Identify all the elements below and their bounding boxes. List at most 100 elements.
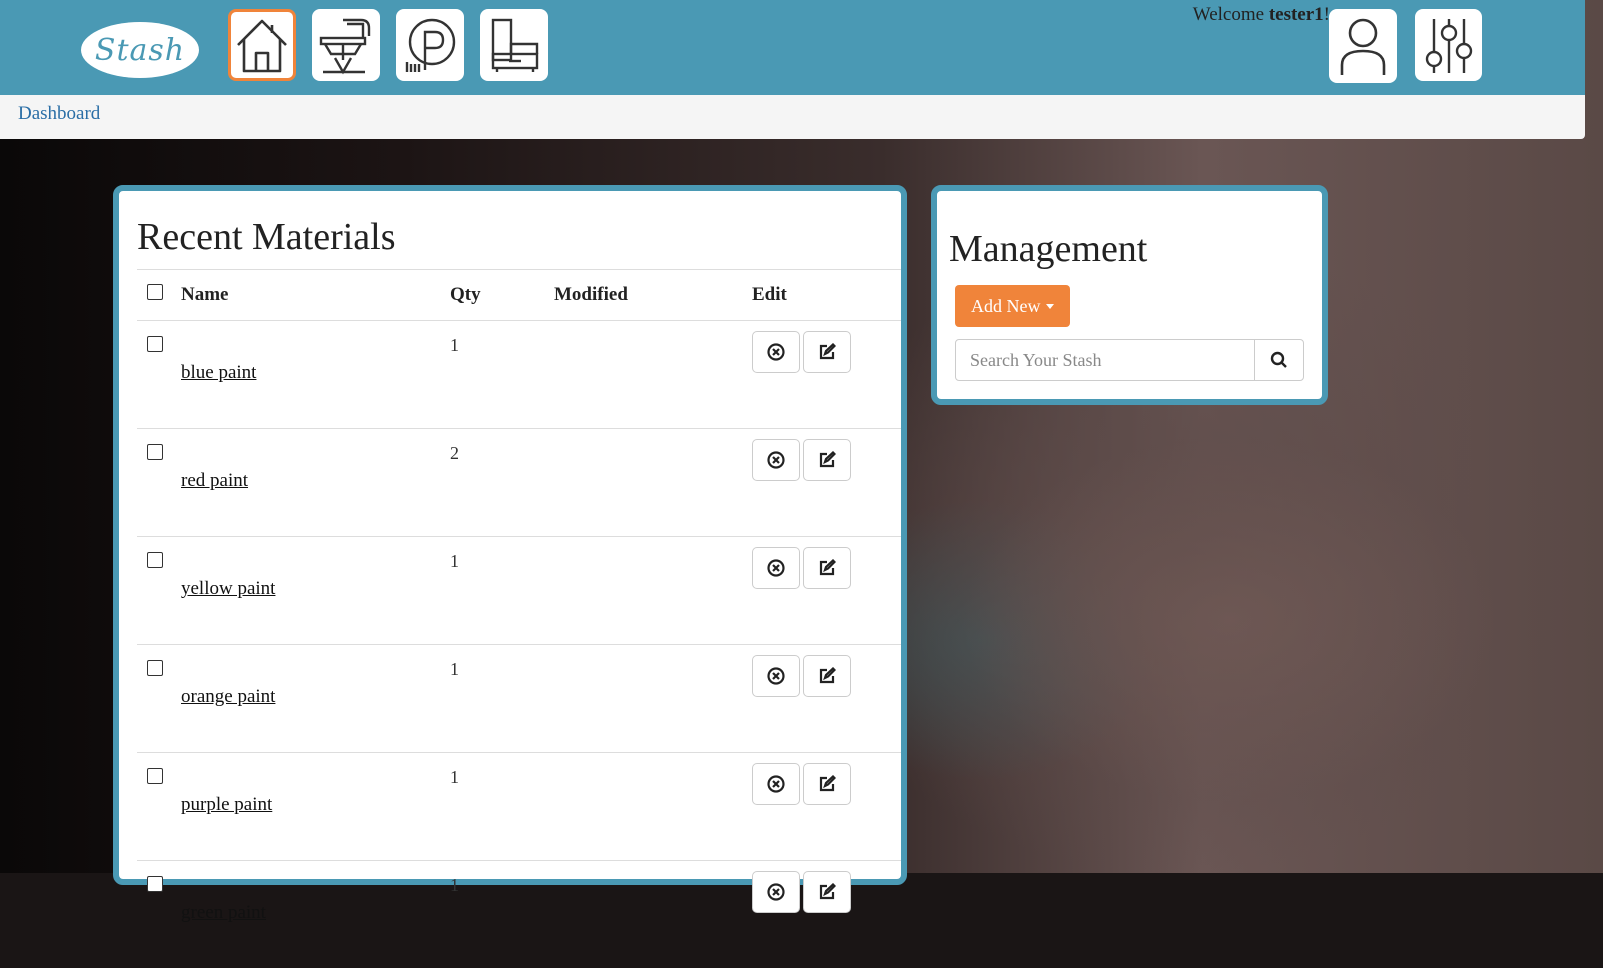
qty-cell: 1 xyxy=(449,861,553,968)
welcome-message: Welcome tester1! xyxy=(1193,4,1330,26)
close-circle-icon xyxy=(767,883,785,901)
close-circle-icon xyxy=(767,343,785,361)
row-checkbox[interactable] xyxy=(147,552,163,568)
row-select-cell xyxy=(137,753,177,861)
row-checkbox[interactable] xyxy=(147,336,163,352)
material-name-link[interactable]: blue paint xyxy=(181,362,448,384)
row-checkbox[interactable] xyxy=(147,876,163,892)
delete-button[interactable] xyxy=(752,331,800,373)
settings-button[interactable] xyxy=(1415,9,1482,81)
delete-button[interactable] xyxy=(752,439,800,481)
row-checkbox[interactable] xyxy=(147,768,163,784)
name-cell: red paint xyxy=(177,429,449,537)
name-cell: blue paint xyxy=(177,321,449,429)
edit-cell xyxy=(751,861,901,968)
edit-button[interactable] xyxy=(803,763,851,805)
management-title: Management xyxy=(949,227,1147,271)
top-navbar: Stash xyxy=(0,0,1585,95)
row-checkbox[interactable] xyxy=(147,444,163,460)
edit-icon xyxy=(818,343,836,361)
name-cell: purple paint xyxy=(177,753,449,861)
close-circle-icon xyxy=(767,559,785,577)
name-cell: yellow paint xyxy=(177,537,449,645)
modified-cell xyxy=(553,861,751,968)
recent-materials-card: Recent Materials Name Qty Modified Edit … xyxy=(113,185,907,885)
add-new-label: Add New xyxy=(971,296,1041,317)
table-header-row: Name Qty Modified Edit xyxy=(137,270,901,321)
edit-button[interactable] xyxy=(803,439,851,481)
search-icon xyxy=(1270,351,1288,369)
table-row: yellow paint1 xyxy=(137,537,901,645)
close-circle-icon xyxy=(767,775,785,793)
breadcrumb-dashboard-link[interactable]: Dashboard xyxy=(18,103,100,125)
row-select-cell xyxy=(137,645,177,753)
select-all-checkbox[interactable] xyxy=(147,284,163,300)
delete-button[interactable] xyxy=(752,763,800,805)
col-name-header[interactable]: Name xyxy=(177,270,449,321)
management-card: Management Add New xyxy=(931,185,1328,405)
stash-logo[interactable]: Stash xyxy=(81,22,199,78)
recent-materials-title: Recent Materials xyxy=(137,215,396,259)
col-qty-header[interactable]: Qty xyxy=(449,270,553,321)
material-name-link[interactable]: red paint xyxy=(181,470,448,492)
name-cell: green paint xyxy=(177,861,449,968)
edit-button[interactable] xyxy=(803,331,851,373)
material-name-link[interactable]: purple paint xyxy=(181,794,448,816)
qty-cell: 1 xyxy=(449,537,553,645)
search-group xyxy=(955,339,1304,381)
edit-cell xyxy=(751,753,901,861)
edit-icon xyxy=(818,451,836,469)
sewing-nav-button[interactable] xyxy=(312,9,380,81)
edit-button[interactable] xyxy=(803,547,851,589)
select-all-cell xyxy=(137,270,177,321)
row-select-cell xyxy=(137,861,177,968)
home-icon xyxy=(234,15,290,75)
welcome-prefix: Welcome xyxy=(1193,4,1269,25)
projects-nav-button[interactable] xyxy=(396,9,464,81)
edit-button[interactable] xyxy=(803,655,851,697)
name-cell: orange paint xyxy=(177,645,449,753)
edit-button[interactable] xyxy=(803,871,851,913)
edit-cell xyxy=(751,429,901,537)
row-select-cell xyxy=(137,429,177,537)
row-select-cell xyxy=(137,537,177,645)
table-row: blue paint1 xyxy=(137,321,901,429)
delete-button[interactable] xyxy=(752,871,800,913)
material-name-link[interactable]: orange paint xyxy=(181,686,448,708)
close-circle-icon xyxy=(767,667,785,685)
home-nav-button[interactable] xyxy=(228,9,296,81)
table-row: red paint2 xyxy=(137,429,901,537)
delete-button[interactable] xyxy=(752,655,800,697)
close-circle-icon xyxy=(767,451,785,469)
search-button[interactable] xyxy=(1254,340,1303,380)
table-row: green paint1 xyxy=(137,861,901,968)
edit-icon xyxy=(818,883,836,901)
delete-button[interactable] xyxy=(752,547,800,589)
table-row: purple paint1 xyxy=(137,753,901,861)
edit-cell xyxy=(751,537,901,645)
row-select-cell xyxy=(137,321,177,429)
modified-cell xyxy=(553,321,751,429)
material-name-link[interactable]: green paint xyxy=(181,902,448,924)
table-row: orange paint1 xyxy=(137,645,901,753)
qty-cell: 1 xyxy=(449,321,553,429)
edit-icon xyxy=(818,775,836,793)
modified-cell xyxy=(553,753,751,861)
col-edit-header: Edit xyxy=(751,270,901,321)
caret-down-icon xyxy=(1046,304,1054,309)
col-modified-header[interactable]: Modified xyxy=(553,270,751,321)
modified-cell xyxy=(553,429,751,537)
user-icon xyxy=(1338,15,1388,77)
add-new-dropdown-button[interactable]: Add New xyxy=(955,285,1070,327)
sliders-icon xyxy=(1422,15,1476,75)
edit-icon xyxy=(818,559,836,577)
edit-cell xyxy=(751,321,901,429)
qty-cell: 2 xyxy=(449,429,553,537)
pattern-icon xyxy=(401,14,459,76)
search-input[interactable] xyxy=(956,340,1254,380)
row-checkbox[interactable] xyxy=(147,660,163,676)
breadcrumb: Dashboard xyxy=(0,95,1585,139)
material-name-link[interactable]: yellow paint xyxy=(181,578,448,600)
profile-button[interactable] xyxy=(1329,9,1397,83)
storage-nav-button[interactable] xyxy=(480,9,548,81)
